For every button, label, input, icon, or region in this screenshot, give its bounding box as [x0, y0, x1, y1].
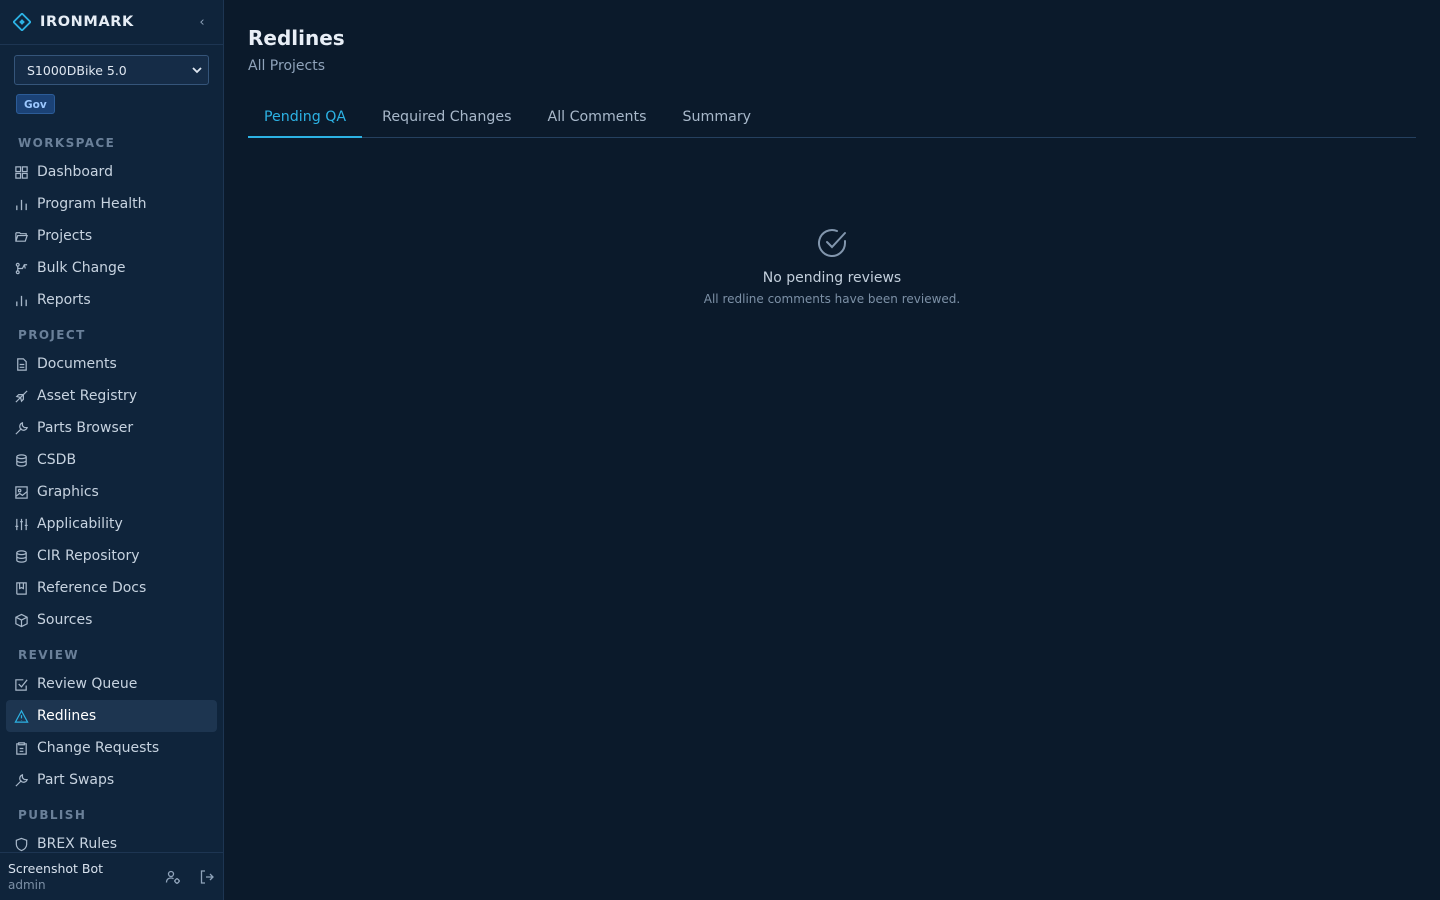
sidebar-item-cir-repository[interactable]: CIR Repository [6, 540, 217, 572]
brand-header: IRONMARK ‹ [0, 0, 223, 45]
sidebar-item-documents[interactable]: Documents [6, 348, 217, 380]
sidebar-nav: WORKSPACE Dashboard Program Health Proje… [0, 114, 223, 852]
sidebar: IRONMARK ‹ S1000DBike 5.0 Gov WORKSPACE … [0, 0, 224, 900]
sidebar-item-label: BREX Rules [37, 836, 117, 852]
sidebar-item-label: Redlines [37, 708, 97, 724]
collapse-sidebar-icon[interactable]: ‹ [194, 15, 210, 30]
sidebar-item-review-queue[interactable]: Review Queue [6, 668, 217, 700]
page-title: Redlines [248, 26, 345, 50]
chevron-down-icon [192, 67, 202, 74]
bulk-change-icon [15, 262, 28, 274]
grid-icon [15, 165, 28, 179]
section-workspace: WORKSPACE [18, 136, 116, 150]
tab-summary[interactable]: Summary [667, 97, 768, 138]
sidebar-item-dashboard[interactable]: Dashboard [6, 156, 217, 188]
sidebar-item-bulk-change[interactable]: Bulk Change [6, 252, 217, 284]
folder-open-icon [15, 231, 28, 242]
sidebar-item-reference-docs[interactable]: Reference Docs [6, 572, 217, 604]
brand-name: IRONMARK [40, 14, 134, 30]
wrench-icon [15, 421, 28, 435]
sidebar-item-label: Bulk Change [37, 260, 126, 276]
sidebar-item-csdb[interactable]: CSDB [6, 444, 217, 476]
app: IRONMARK ‹ S1000DBike 5.0 Gov WORKSPACE … [0, 0, 1440, 900]
sidebar-item-label: Dashboard [37, 164, 113, 180]
sidebar-item-label: Projects [37, 228, 93, 244]
sidebar-item-label: Part Swaps [37, 772, 115, 788]
sidebar-item-label: Change Requests [37, 740, 160, 756]
sidebar-item-reports[interactable]: Reports [6, 284, 217, 316]
sidebar-item-graphics[interactable]: Graphics [6, 476, 217, 508]
sidebar-item-label: Reference Docs [37, 580, 147, 596]
sliders-icon [15, 518, 28, 530]
clipboard-icon [16, 741, 27, 755]
package-icon [15, 613, 28, 627]
project-select[interactable]: S1000DBike 5.0 [14, 55, 209, 85]
logout-icon[interactable] [199, 869, 215, 885]
sidebar-item-label: CIR Repository [37, 548, 140, 564]
sidebar-item-asset-registry[interactable]: Asset Registry [6, 380, 217, 412]
sidebar-item-label: Reports [37, 292, 91, 308]
section-review: REVIEW [18, 648, 80, 662]
sidebar-item-brex-rules[interactable]: BREX Rules [6, 828, 217, 852]
tab-bar: Pending QA Required Changes All Comments… [248, 97, 1416, 138]
user-name: Screenshot Bot [8, 861, 104, 876]
section-publish: PUBLISH [18, 808, 87, 822]
sidebar-item-label: Applicability [37, 516, 123, 532]
sidebar-item-redlines[interactable]: Redlines [6, 700, 217, 732]
sidebar-item-label: Review Queue [37, 676, 138, 692]
user-role: admin [8, 878, 46, 892]
sidebar-footer: Screenshot Bot admin [0, 852, 223, 900]
tab-all-comments[interactable]: All Comments [531, 97, 662, 138]
sidebar-item-label: Asset Registry [37, 388, 138, 404]
empty-state-title: No pending reviews [762, 270, 902, 286]
tab-pending-qa[interactable]: Pending QA [248, 97, 363, 138]
logo-icon [13, 13, 31, 31]
image-icon [15, 485, 28, 499]
warning-icon [14, 709, 29, 723]
user-info: Screenshot Bot admin [8, 861, 147, 892]
database-icon [16, 549, 27, 563]
bar-chart-icon [16, 199, 27, 210]
user-settings-icon[interactable] [165, 869, 181, 885]
sidebar-item-label: Program Health [37, 196, 147, 212]
document-icon [17, 357, 27, 371]
sidebar-item-label: Documents [37, 356, 117, 372]
empty-state: No pending reviews All redline comments … [248, 226, 1416, 306]
sidebar-item-program-health[interactable]: Program Health [6, 188, 217, 220]
sidebar-item-label: Graphics [37, 484, 99, 500]
sidebar-item-applicability[interactable]: Applicability [6, 508, 217, 540]
sidebar-item-change-requests[interactable]: Change Requests [6, 732, 217, 764]
sidebar-item-sources[interactable]: Sources [6, 604, 217, 636]
database-icon [16, 453, 27, 467]
main-content: Redlines All Projects Pending QA Require… [224, 0, 1440, 900]
sidebar-item-label: Parts Browser [37, 420, 134, 436]
project-select-value: S1000DBike 5.0 [27, 62, 127, 78]
sidebar-item-projects[interactable]: Projects [6, 220, 217, 252]
sidebar-item-part-swaps[interactable]: Part Swaps [6, 764, 217, 796]
gov-badge: Gov [16, 94, 55, 114]
book-icon [16, 581, 27, 595]
check-circle-icon [818, 229, 846, 257]
checkbox-icon [15, 678, 28, 691]
shield-icon [15, 837, 28, 851]
sidebar-item-parts-browser[interactable]: Parts Browser [6, 412, 217, 444]
sidebar-item-label: CSDB [37, 452, 77, 468]
empty-state-subtitle: All redline comments have been reviewed. [703, 292, 961, 306]
bar-chart-icon [16, 295, 27, 306]
sidebar-item-label: Sources [37, 612, 93, 628]
page-subtitle: All Projects [248, 58, 325, 74]
plane-icon [15, 389, 28, 403]
section-project: PROJECT [18, 328, 86, 342]
tab-required-changes[interactable]: Required Changes [366, 97, 527, 138]
wrench-icon [15, 773, 28, 787]
